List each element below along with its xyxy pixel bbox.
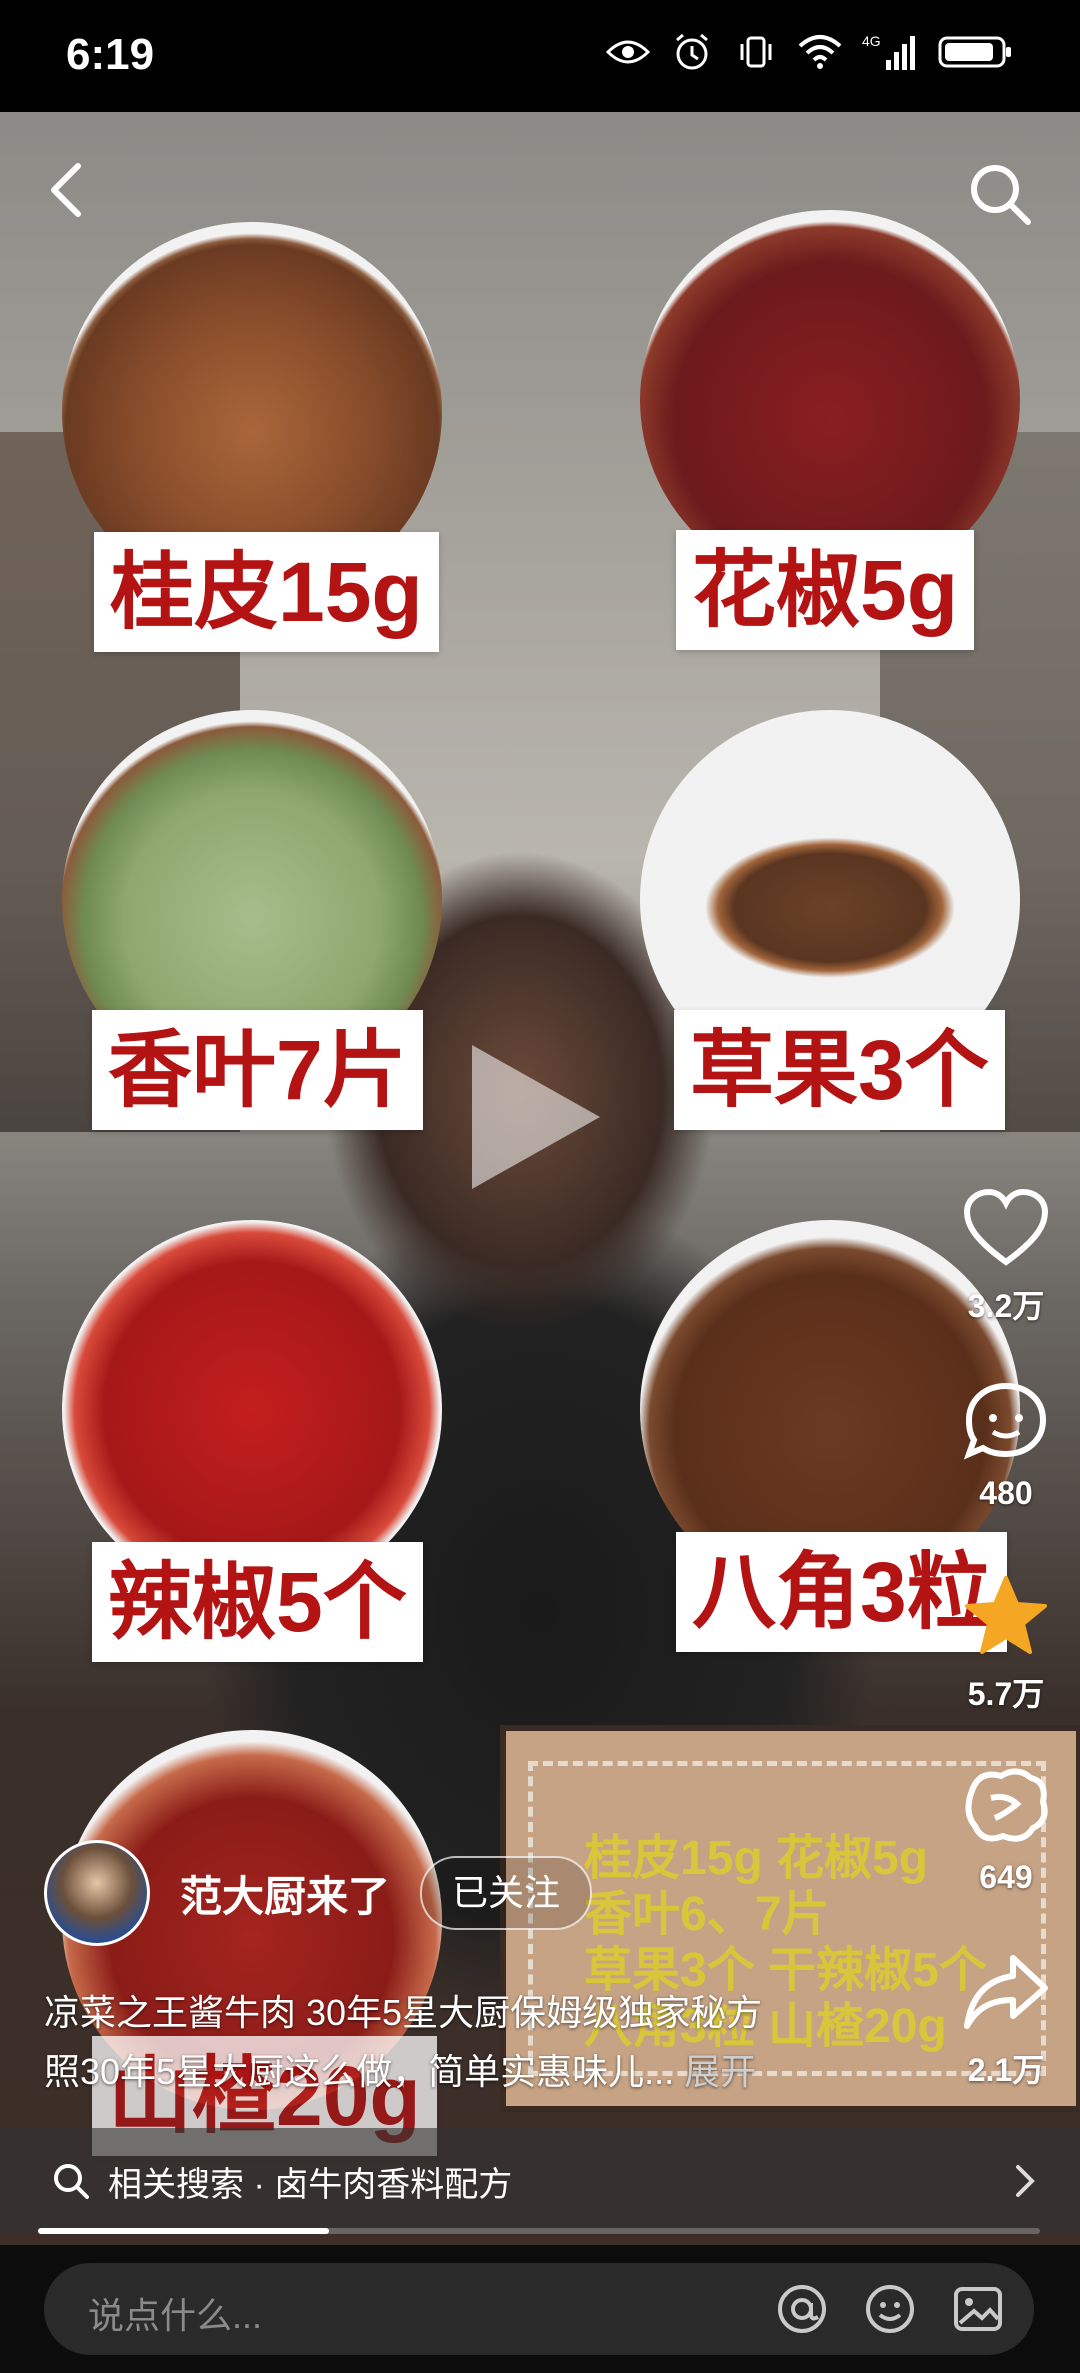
chevron-right-icon [1016,2165,1035,2197]
wifi-icon [798,32,842,72]
vibrate-icon [734,32,778,72]
favorite-button[interactable]: 5.7万 [958,1574,1054,1715]
bottom-bar: 说点什么... [0,2245,1080,2373]
alarm-icon [670,32,714,72]
status-bar: 6:19 4G [0,0,1080,112]
chevron-left-icon [51,163,81,217]
favorite-count: 5.7万 [967,1676,1045,1712]
spice-label: 花椒5g [676,530,975,650]
share-count: 2.1万 [967,2052,1045,2088]
gift-button[interactable]: 649 [958,1764,1054,1896]
signal-icon: 4G [862,32,918,72]
spice-card-sichuan-pepper: 花椒5g [640,210,1040,660]
expand-link[interactable]: 展开 [684,2051,756,2092]
share-icon [964,1955,1048,2029]
comment-icon [963,1382,1047,1460]
status-time: 6:19 [66,30,155,79]
star-icon [965,1576,1047,1654]
comment-button[interactable]: 480 [958,1382,1054,1512]
caption-line[interactable]: 凉菜之王酱牛肉 30年5星大厨保姆级独家秘方 [44,1984,762,2036]
search-icon [54,2164,89,2199]
spice-label: 辣椒5个 [92,1542,423,1662]
spice-card-hawthorn: 山楂20g [62,1730,462,2160]
gift-count: 649 [979,1859,1033,1895]
comment-input[interactable]: 说点什么... [44,2263,1034,2355]
spice-card-tsaoko: 草果3个 [640,710,1040,1130]
status-icons: 4G [606,32,1014,72]
at-mention-icon[interactable] [774,2281,830,2337]
author-name[interactable]: 范大厨来了 [180,1863,390,1924]
spice-card-cinnamon: 桂皮15g [62,222,462,672]
image-icon[interactable] [950,2281,1006,2337]
eye-icon [606,32,650,72]
spice-card-bay-leaf: 香叶7片 [62,710,462,1130]
avatar[interactable] [44,1840,150,1946]
like-count: 3.2万 [967,1288,1045,1324]
spice-label: 桂皮15g [94,532,439,652]
play-icon[interactable] [472,1045,600,1189]
like-button[interactable]: 3.2万 [958,1188,1054,1327]
share-button[interactable]: 2.1万 [958,1952,1054,2091]
related-search-bar[interactable]: 相关搜索 · 卤牛肉香料配方 [0,2128,1080,2234]
spice-label: 香叶7片 [92,1010,423,1130]
video-progress-fill [38,2228,329,2234]
comment-count: 480 [979,1475,1033,1511]
caption-text: 照30年5星大厨这么做，简单实惠味儿... [44,2051,675,2092]
related-search-text: 相关搜索 · 卤牛肉香料配方 [108,2165,513,2204]
video-progress-bar[interactable] [38,2228,1040,2234]
emoji-icon[interactable] [862,2281,918,2337]
heart-icon [963,1188,1049,1266]
back-button[interactable] [44,160,92,220]
svg-text:4G: 4G [862,33,881,49]
comment-placeholder: 说点什么... [88,2295,263,2336]
spice-card-chili: 辣椒5个 [62,1220,462,1662]
author-row: 范大厨来了 已关注 [44,1840,593,1946]
battery-icon [938,32,1014,72]
caption-line[interactable]: 照30年5星大厨这么做，简单实惠味儿... 展开 [44,2043,756,2095]
gift-icon [965,1768,1048,1842]
follow-button[interactable]: 已关注 [420,1856,593,1930]
spice-label: 草果3个 [674,1010,1005,1130]
